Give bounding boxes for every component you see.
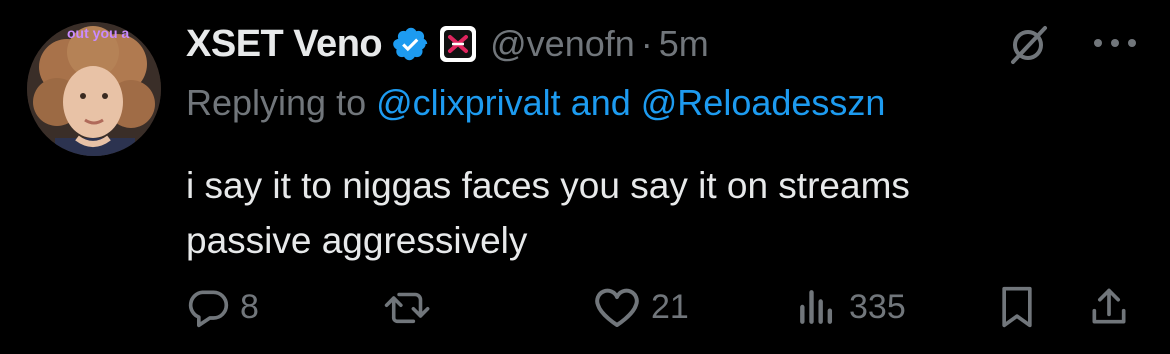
reply-count: 8: [240, 287, 259, 326]
share-icon: [1092, 288, 1126, 324]
display-name[interactable]: XSET Veno: [186, 23, 383, 66]
avatar-caption: out you a: [67, 25, 129, 41]
views-icon: [800, 290, 833, 324]
bookmark-button[interactable]: [997, 285, 1037, 329]
separator-dot: ·: [640, 23, 653, 64]
bookmark-icon: [1002, 286, 1032, 328]
retweet-button[interactable]: [383, 285, 433, 329]
xset-org-badge-icon[interactable]: [440, 26, 477, 62]
replying-prefix: Replying to: [186, 82, 377, 123]
action-bar: 8 21 335: [0, 285, 1170, 345]
grok-icon[interactable]: [1007, 22, 1051, 66]
views-button[interactable]: 335: [795, 285, 906, 329]
reply-joiner: and: [560, 82, 641, 123]
more-icon[interactable]: [1090, 32, 1140, 54]
like-button[interactable]: 21: [593, 285, 689, 329]
like-count: 21: [651, 287, 689, 326]
view-count: 335: [849, 287, 906, 326]
handle[interactable]: @venofn: [490, 23, 635, 65]
retweet-icon: [384, 292, 430, 324]
replying-to: Replying to @clixprivalt and @Reloadessz…: [186, 82, 885, 124]
verified-badge-icon[interactable]: [392, 25, 430, 63]
tweet-header: XSET Veno @venofn · 5m: [186, 18, 709, 70]
reply-icon: [188, 290, 229, 328]
avatar[interactable]: out you a: [27, 22, 161, 156]
timestamp[interactable]: 5m: [659, 23, 709, 65]
reply-button[interactable]: 8: [186, 285, 259, 329]
reply-mention-clixprivalt[interactable]: @clixprivalt: [376, 82, 561, 123]
like-icon: [595, 288, 639, 327]
reply-mention-reloadesszn[interactable]: @Reloadesszn: [641, 82, 886, 123]
tweet-text: i say it to niggas faces you say it on s…: [186, 165, 910, 261]
share-button[interactable]: [1087, 285, 1131, 329]
